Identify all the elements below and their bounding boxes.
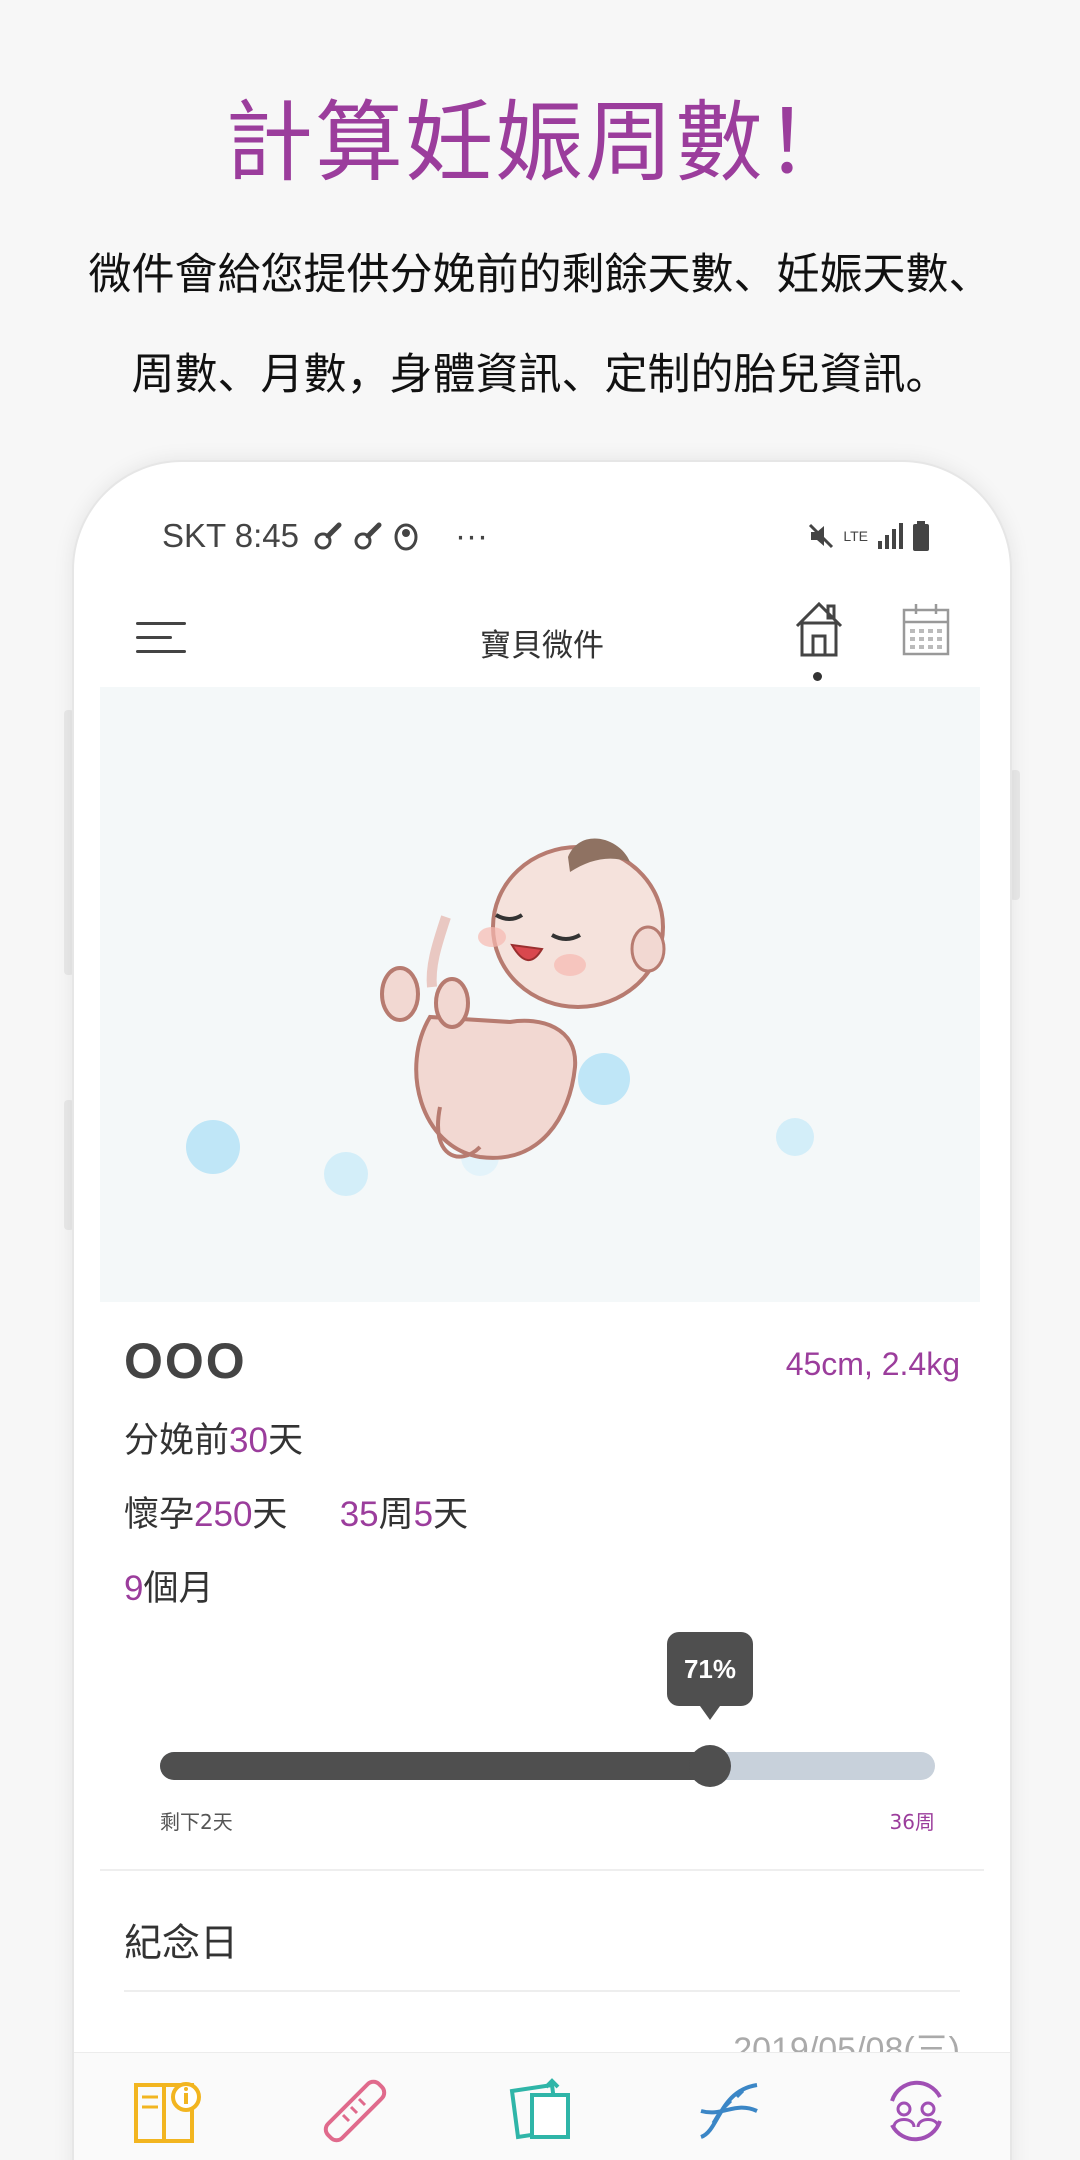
dna-icon[interactable] (689, 2071, 769, 2151)
more-notifications: ··· (454, 517, 488, 554)
preg-prefix: 懷孕 (124, 1495, 195, 1535)
app-title: 寶貝微件 (480, 628, 604, 664)
calendar-icon[interactable] (902, 602, 950, 656)
progress-right-label: 36周 (889, 1810, 935, 1834)
promo-subtitle-line1: 微件會給您提供分娩前的剩餘天數、妊娠天數、 (88, 250, 992, 300)
signal-icon (878, 523, 903, 549)
battery-icon (913, 521, 929, 551)
week-days-value: 5 (413, 1495, 434, 1534)
fetus-illustration (186, 838, 814, 1196)
pacifier-icon (314, 522, 342, 550)
pregnancy-days: 懷孕250天 35周5天 (124, 1486, 960, 1538)
progress-left-label: 剩下2天 (160, 1810, 233, 1834)
fetus-illustration-area (100, 687, 980, 1302)
divider (124, 1990, 960, 1992)
pacifier-icon (354, 522, 382, 550)
baby-size: 45cm, 2.4kg (785, 1346, 960, 1382)
carrier-time: SKT 8:45 (162, 517, 299, 554)
days-until-due: 分娩前30天 (124, 1412, 960, 1464)
progress-percent-bubble: 71% (667, 1632, 753, 1720)
pregnancy-months: 9個月 (124, 1560, 960, 1612)
due-days-value: 30 (229, 1421, 268, 1460)
preg-days-unit: 天 (252, 1495, 288, 1535)
phone-frame: SKT 8:45 ··· LTE 寶貝微件 OOO 45cm, 2.4kg 分娩… (72, 460, 1012, 2160)
network-label: LTE (843, 528, 868, 544)
notes-icon[interactable] (502, 2071, 582, 2151)
ruler-icon[interactable] (315, 2071, 395, 2151)
home-icon[interactable] (792, 598, 846, 658)
anniversary-title[interactable]: 紀念日 (124, 1912, 238, 1967)
week-days-unit: 天 (433, 1495, 469, 1535)
promo-title: 計算妊娠周數！ (224, 91, 855, 194)
months-unit: 個月 (143, 1569, 214, 1609)
mute-icon (809, 523, 834, 549)
app-bar: 寶貝微件 (74, 590, 1010, 690)
weeks-value: 35 (339, 1495, 379, 1534)
bottom-tab-bar (74, 2052, 1010, 2160)
due-suffix: 天 (267, 1421, 303, 1461)
progress-knob (689, 1745, 731, 1787)
pregnancy-info: OOO 45cm, 2.4kg 分娩前30天 懷孕250天 35周5天 9個月 (124, 1332, 960, 1612)
due-prefix: 分娩前 (124, 1421, 230, 1461)
weeks-unit: 周 (378, 1495, 414, 1535)
baby-icon (394, 523, 418, 551)
pregnancy-progress: 71% 剩下2天 36周 (160, 1632, 935, 1852)
promo-subtitle-line2: 周數、月數，身體資訊、定制的胎兒資訊。 (131, 350, 949, 400)
status-bar: SKT 8:45 ··· LTE (162, 514, 930, 558)
progress-fill (160, 1752, 724, 1780)
active-page-indicator (813, 672, 822, 681)
share-users-icon[interactable] (876, 2071, 956, 2151)
preg-days-value: 250 (194, 1495, 253, 1534)
months-value: 9 (124, 1569, 144, 1608)
divider (100, 1869, 984, 1871)
book-info-icon[interactable] (128, 2071, 208, 2151)
